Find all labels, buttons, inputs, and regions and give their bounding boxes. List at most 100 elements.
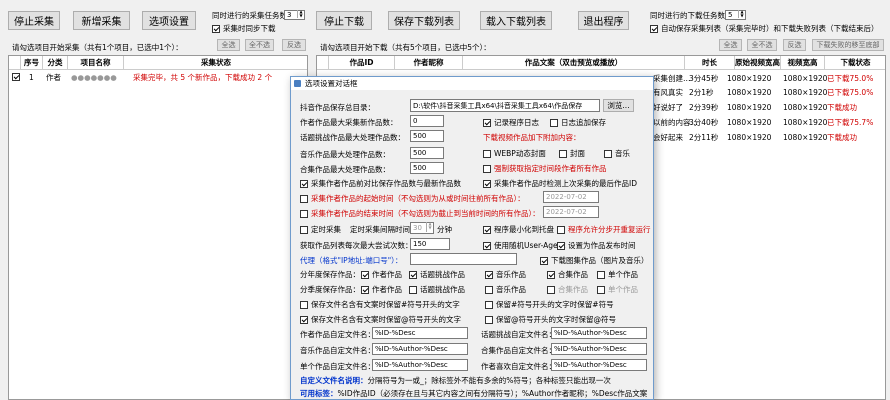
fav-name-input[interactable]: %ID-%Author-%Desc xyxy=(551,359,647,371)
year-collection-checkbox[interactable]: 合集作品 xyxy=(547,269,588,280)
checkbox-icon xyxy=(483,242,491,250)
single-name-label: 单个作品自定文件名： xyxy=(300,362,375,371)
load-list-button[interactable]: 载入下载列表 xyxy=(480,11,552,30)
year-music-checkbox[interactable]: 音乐作品 xyxy=(485,269,526,280)
coll-name-input[interactable]: %ID-%Author-%Desc xyxy=(551,343,647,355)
row-duration: 3分45秒 xyxy=(689,73,719,83)
table-row[interactable]: 1 作者 ●●●●●●● 采集完毕，共 5 个新作品，下载成功 2 个 xyxy=(9,71,307,84)
quarter-topic-checkbox[interactable]: 话题挑战作品 xyxy=(409,284,465,295)
compare-first-checkbox[interactable]: 采集作者作品前对比保存作品数与最新作品数 xyxy=(300,178,461,189)
row-duration: 2分11秒 xyxy=(689,132,719,142)
row-title: 好说好了 xyxy=(653,102,683,112)
keep-at-symbol-checkbox[interactable]: 保留@符号开头的文字时保留@符号 xyxy=(485,314,616,325)
exit-button[interactable]: 退出程序 xyxy=(578,11,629,30)
log-program-checkbox[interactable]: 记录程序日志 xyxy=(483,117,539,128)
left-select-none-button[interactable]: 全不选 xyxy=(245,39,274,51)
dl-image-works-checkbox[interactable]: 下载图集作品（图片及音乐） xyxy=(540,255,649,266)
add-collect-button[interactable]: 新增采集 xyxy=(73,11,130,30)
music-checkbox[interactable]: 音乐 xyxy=(604,148,630,159)
set-file-time-checkbox[interactable]: 设置为作品发布时间 xyxy=(557,240,636,251)
row-category: 作者 xyxy=(46,72,61,82)
column-header: 采集状态 xyxy=(124,56,307,70)
column-header: 原始视频宽高 xyxy=(735,56,781,70)
music-max-input[interactable]: 500 xyxy=(410,147,444,159)
concurrent-download-spinner[interactable]: 5 xyxy=(725,10,746,20)
timed-interval-label: 定时采集间隔时间： xyxy=(350,225,418,234)
row-orig-size: 1080×1920 xyxy=(727,73,772,83)
custom-note-label: 自定义文件名说明： xyxy=(300,376,368,385)
left-invert-button[interactable]: 反选 xyxy=(282,39,306,51)
log-append-checkbox[interactable]: 日志追加保存 xyxy=(550,117,606,128)
concurrent-download-label: 同时进行的下载任务数 xyxy=(650,11,725,20)
list-max-input[interactable]: 150 xyxy=(410,238,450,250)
single-name-input[interactable]: %ID-%Author-%Desc xyxy=(372,359,468,371)
save-list-button[interactable]: 保存下载列表 xyxy=(388,11,460,30)
checkbox-icon xyxy=(361,271,369,279)
concurrent-collect-spinner[interactable]: 3 xyxy=(284,10,305,20)
checkbox-icon xyxy=(300,301,308,309)
column-header: 序号 xyxy=(21,56,43,70)
sync-download-checkbox[interactable]: 采集时同步下载 xyxy=(212,23,276,34)
row-size: 1080×1920 xyxy=(783,132,828,142)
max-new-works-label: 作者作品最大采集新作品数： xyxy=(300,118,398,127)
checkbox-icon xyxy=(212,25,220,33)
concurrent-collect-label: 同时进行的采集任务数 xyxy=(212,11,287,20)
options-button[interactable]: 选项设置 xyxy=(142,11,196,30)
stop-download-button[interactable]: 停止下载 xyxy=(316,11,372,30)
dialog-titlebar[interactable]: 选项设置对话框 xyxy=(291,77,653,90)
right-select-none-button[interactable]: 全不选 xyxy=(747,39,777,51)
move-failed-bottom-button[interactable]: 下载失败的移至底部 xyxy=(812,39,884,51)
proxy-input[interactable] xyxy=(410,253,517,265)
start-time-picker[interactable]: 2022-07-02 xyxy=(543,191,599,203)
auto-restart-checkbox[interactable]: 程序允许分步开重复运行 xyxy=(557,224,651,235)
right-list-hint: 请勾选项目开始下载（共有5个项目，已选中5个）： xyxy=(320,43,491,52)
row-title: 会好起来 xyxy=(653,132,683,142)
stop-collect-button[interactable]: 停止采集 xyxy=(8,11,60,30)
save-dir-input[interactable]: D:\软件\抖音采集工具x64\抖音采集工具x64\作品保存 xyxy=(410,99,600,112)
keep-hash-symbol-checkbox[interactable]: 保留#符号开头的文字时保留#符号 xyxy=(485,299,614,310)
detect-last-checkbox[interactable]: 采集作者作品时检测上次采集的最后作品ID xyxy=(483,178,637,189)
random-ua-checkbox[interactable]: 使用随机User-Agent xyxy=(483,240,565,251)
row-title: 采集创建… xyxy=(653,73,691,83)
browse-button[interactable]: 浏览... xyxy=(603,99,634,112)
auto-save-checkbox[interactable]: 自动保存采集列表（采集完毕时）和下载失败列表（下载结束后） xyxy=(650,23,879,34)
column-header: 作者昵称 xyxy=(395,56,463,70)
year-topic-checkbox[interactable]: 话题挑战作品 xyxy=(409,269,465,280)
column-header: 项目名称 xyxy=(68,56,124,70)
end-time-checkbox[interactable]: 采集作者作品的结束时间（不勾选则为截止到当前时间的所有作品）： xyxy=(300,208,540,219)
collection-max-input[interactable]: 500 xyxy=(410,162,444,174)
timed-interval-spinner[interactable]: 30 xyxy=(410,222,434,234)
custom-note-text: 分隔符号为一或_；除标签外不能有多余的%符号；各种标签只能出现一次 xyxy=(367,376,611,385)
label: 保留#符号开头的文字时保留#符号 xyxy=(496,300,614,309)
right-select-all-button[interactable]: 全选 xyxy=(719,39,742,51)
keep-at-checkbox[interactable]: 保存文件名含有文案时保留@符号开头的文字 xyxy=(300,314,461,325)
right-invert-button[interactable]: 反选 xyxy=(783,39,806,51)
music-name-input[interactable]: %ID-%Author-%Desc xyxy=(372,343,468,355)
force-fetch-checkbox[interactable]: 强制获取指定时间段作者所有作品 xyxy=(483,163,607,174)
webp-checkbox[interactable]: WEBP动态封面 xyxy=(483,148,546,159)
timed-collect-checkbox[interactable]: 定时采集 xyxy=(300,224,341,235)
author-name-label: 作者作品自定文件名： xyxy=(300,330,375,339)
start-time-checkbox[interactable]: 采集作者作品的起始时间（不勾选则为从或时间往前所有作品）： xyxy=(300,193,525,204)
year-author-checkbox[interactable]: 作者作品 xyxy=(361,269,402,280)
topic-max-input[interactable]: 500 xyxy=(410,130,444,142)
fav-name-label: 作者喜欢自定文件名： xyxy=(481,362,556,371)
quarter-single-checkbox[interactable]: 单个作品 xyxy=(597,284,638,295)
topic-name-input[interactable]: %ID-%Author-%Desc xyxy=(551,327,647,339)
minimize-tray-checkbox[interactable]: 程序最小化到托盘 xyxy=(483,224,554,235)
quarter-collection-checkbox[interactable]: 合集作品 xyxy=(547,284,588,295)
author-name-input[interactable]: %ID-%Desc xyxy=(372,327,468,339)
year-save-label: 分年度保存作品： xyxy=(300,270,360,279)
checkbox-icon xyxy=(597,286,605,294)
cover-checkbox[interactable]: 封面 xyxy=(559,148,585,159)
row-checkbox[interactable] xyxy=(12,73,20,81)
year-single-checkbox[interactable]: 单个作品 xyxy=(597,269,638,280)
left-select-all-button[interactable]: 全选 xyxy=(217,39,240,51)
end-time-picker[interactable]: 2022-07-02 xyxy=(543,206,599,218)
keep-hash-checkbox[interactable]: 保存文件名含有文案时保留#符号开头的文字 xyxy=(300,299,460,310)
row-number: 1 xyxy=(29,72,34,82)
cover-label: 封面 xyxy=(570,149,585,158)
quarter-music-checkbox[interactable]: 音乐作品 xyxy=(485,284,526,295)
max-new-works-input[interactable]: 0 xyxy=(410,115,444,127)
quarter-author-checkbox[interactable]: 作者作品 xyxy=(361,284,402,295)
